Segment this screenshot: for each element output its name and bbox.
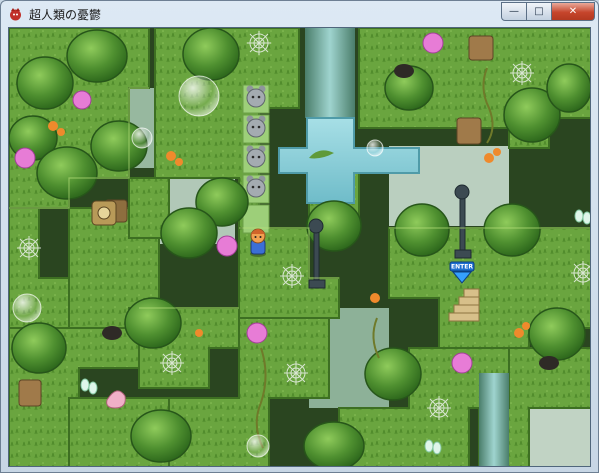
game-app-icon (10, 8, 21, 21)
minimize-button[interactable]: — (501, 2, 527, 21)
game-map[interactable]: ENTER (9, 28, 591, 467)
title-bar[interactable]: 超人類の憂鬱 — □ ✕ (1, 1, 598, 27)
close-button[interactable]: ✕ (552, 2, 595, 21)
window-title: 超人類の憂鬱 (29, 8, 102, 22)
game-window: 超人類の憂鬱 — □ ✕ ENTER (0, 0, 599, 473)
player-character-sprite[interactable] (250, 228, 266, 257)
enter-sign-label: ENTER (451, 264, 473, 271)
maximize-button[interactable]: □ (527, 2, 552, 21)
waterfall-top (305, 28, 355, 118)
brass-contraption[interactable] (91, 200, 117, 226)
waterfall-bottom (479, 373, 509, 466)
game-viewport[interactable]: ENTER (8, 27, 591, 467)
